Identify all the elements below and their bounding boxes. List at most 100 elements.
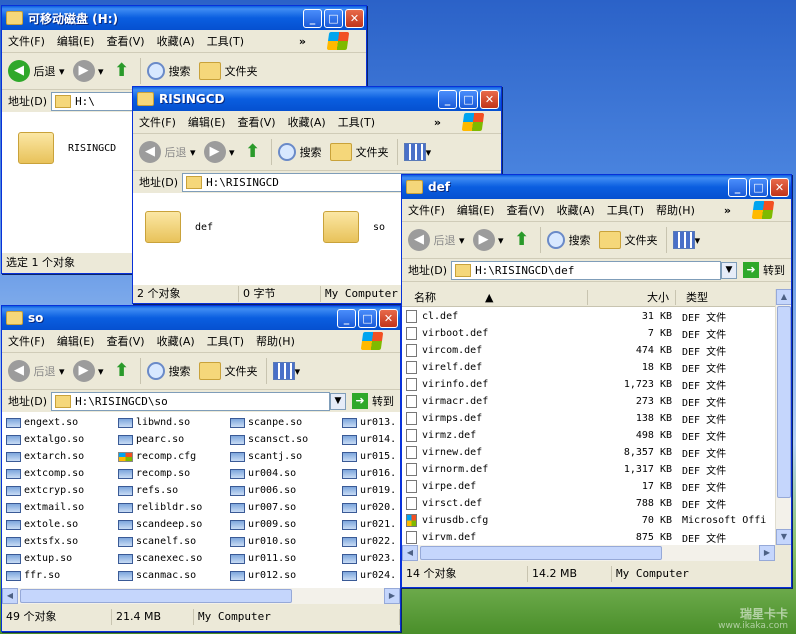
- scroll-right-button[interactable]: ▶: [384, 588, 400, 604]
- scroll-thumb[interactable]: [420, 546, 662, 560]
- list-item[interactable]: ur007.so: [228, 499, 340, 516]
- list-item[interactable]: scantj.so: [228, 448, 340, 465]
- list-item[interactable]: scanexec.so: [116, 550, 228, 567]
- list-item[interactable]: pearc.so: [116, 431, 228, 448]
- list-item[interactable]: extmail.so: [4, 499, 116, 516]
- scroll-left-button[interactable]: ◀: [402, 545, 418, 561]
- search-button[interactable]: 搜索: [546, 231, 591, 249]
- folders-button[interactable]: 文件夹: [598, 231, 658, 249]
- list-item[interactable]: ur019.: [340, 482, 400, 499]
- list-item[interactable]: ur021.: [340, 516, 400, 533]
- folders-button[interactable]: 文件夹: [198, 62, 258, 80]
- list-item[interactable]: ur023.: [340, 550, 400, 567]
- close-button[interactable]: ✕: [480, 89, 499, 109]
- menu-tools[interactable]: 工具(T): [207, 333, 244, 349]
- list-item[interactable]: extole.so: [4, 516, 116, 533]
- title-bar[interactable]: 可移动磁盘 (H:) _ □ ✕: [2, 6, 366, 30]
- views-button[interactable]: ▾: [272, 362, 300, 380]
- list-item[interactable]: recomp.cfg: [116, 448, 228, 465]
- title-bar[interactable]: RISINGCD _ □ ✕: [133, 87, 501, 111]
- list-item[interactable]: ur009.so: [228, 516, 340, 533]
- list-item[interactable]: ur012.so: [228, 567, 340, 584]
- table-row[interactable]: virusdb.cfg 70 KB Microsoft Offi: [402, 512, 775, 529]
- menu-tools[interactable]: 工具(T): [338, 114, 375, 130]
- folder-item-risingcd[interactable]: RISINGCD: [18, 132, 116, 164]
- column-header-size[interactable]: 大小: [588, 290, 676, 305]
- list-item[interactable]: scandeep.so: [116, 516, 228, 533]
- menu-file[interactable]: 文件(F): [139, 114, 176, 130]
- menu-view[interactable]: 查看(V): [106, 333, 144, 349]
- folders-button[interactable]: 文件夹: [329, 143, 389, 161]
- table-row[interactable]: virmacr.def 273 KB DEF 文件: [402, 393, 775, 410]
- search-button[interactable]: 搜索: [146, 362, 191, 380]
- title-bar[interactable]: def _ □ ✕: [402, 175, 791, 199]
- up-button[interactable]: ⬆: [112, 61, 132, 81]
- table-row[interactable]: virsct.def 788 KB DEF 文件: [402, 495, 775, 512]
- list-item[interactable]: scansct.so: [228, 431, 340, 448]
- menu-view[interactable]: 查看(V): [506, 202, 544, 218]
- search-button[interactable]: 搜索: [277, 143, 322, 161]
- close-button[interactable]: ✕: [345, 8, 364, 28]
- list-item[interactable]: extcryp.so: [4, 482, 116, 499]
- table-row[interactable]: virinfo.def 1,723 KB DEF 文件: [402, 376, 775, 393]
- list-item[interactable]: extarch.so: [4, 448, 116, 465]
- go-button[interactable]: ➜ 转到: [352, 393, 394, 409]
- back-button[interactable]: ◀ 后退 ▾: [139, 141, 196, 163]
- up-button[interactable]: ⬆: [243, 142, 263, 162]
- list-item[interactable]: ur013.: [340, 414, 400, 431]
- list-item[interactable]: ur014.: [340, 431, 400, 448]
- minimize-button[interactable]: _: [438, 89, 457, 109]
- list-item[interactable]: engext.so: [4, 414, 116, 431]
- list-item[interactable]: extcomp.so: [4, 465, 116, 482]
- maximize-button[interactable]: □: [324, 8, 343, 28]
- menu-view[interactable]: 查看(V): [237, 114, 275, 130]
- table-row[interactable]: virvm.def 875 KB DEF 文件: [402, 529, 775, 545]
- list-item[interactable]: relibldr.so: [116, 499, 228, 516]
- address-dropdown-button[interactable]: ▼: [330, 392, 346, 410]
- list-item[interactable]: ur016.: [340, 465, 400, 482]
- folder-item-def[interactable]: def: [145, 211, 213, 243]
- horizontal-scrollbar[interactable]: ◀ ▶: [2, 588, 400, 604]
- forward-button[interactable]: ▶ ▾: [72, 360, 104, 382]
- menu-edit[interactable]: 编辑(E): [188, 114, 226, 130]
- address-dropdown-button[interactable]: ▼: [721, 261, 737, 279]
- list-item[interactable]: extsfx.so: [4, 533, 116, 550]
- list-item[interactable]: ur004.so: [228, 465, 340, 482]
- forward-button[interactable]: ▶ ▾: [472, 229, 504, 251]
- table-row[interactable]: virmps.def 138 KB DEF 文件: [402, 410, 775, 427]
- address-field[interactable]: H:\RISINGCD\def: [451, 260, 721, 280]
- maximize-button[interactable]: □: [358, 308, 377, 328]
- menu-tools[interactable]: 工具(T): [607, 202, 644, 218]
- list-item[interactable]: ur020.: [340, 499, 400, 516]
- vertical-scrollbar[interactable]: ▲ ▼: [775, 289, 791, 545]
- forward-button[interactable]: ▶ ▾: [203, 141, 235, 163]
- menu-view[interactable]: 查看(V): [106, 33, 144, 49]
- table-row[interactable]: vircom.def 474 KB DEF 文件: [402, 342, 775, 359]
- scroll-thumb[interactable]: [777, 306, 791, 498]
- column-header-name[interactable]: 名称 ▲: [402, 290, 588, 305]
- back-button[interactable]: ◀ 后退 ▾: [408, 229, 465, 251]
- go-button[interactable]: ➜ 转到: [743, 262, 785, 278]
- menu-favorites[interactable]: 收藏(A): [288, 114, 326, 130]
- maximize-button[interactable]: □: [749, 177, 768, 197]
- table-row[interactable]: virnew.def 8,357 KB DEF 文件: [402, 444, 775, 461]
- close-button[interactable]: ✕: [770, 177, 789, 197]
- menu-overflow[interactable]: »: [434, 116, 441, 129]
- list-item[interactable]: recomp.so: [116, 465, 228, 482]
- table-row[interactable]: virmz.def 498 KB DEF 文件: [402, 427, 775, 444]
- minimize-button[interactable]: _: [337, 308, 356, 328]
- table-row[interactable]: virboot.def 7 KB DEF 文件: [402, 325, 775, 342]
- list-item[interactable]: scanelf.so: [116, 533, 228, 550]
- scroll-thumb[interactable]: [20, 589, 292, 603]
- list-item[interactable]: ur015.: [340, 448, 400, 465]
- menu-edit[interactable]: 编辑(E): [57, 333, 95, 349]
- minimize-button[interactable]: _: [303, 8, 322, 28]
- up-button[interactable]: ⬆: [112, 361, 132, 381]
- list-item[interactable]: libwnd.so: [116, 414, 228, 431]
- scroll-up-button[interactable]: ▲: [776, 289, 791, 305]
- list-item[interactable]: ur022.: [340, 533, 400, 550]
- scroll-left-button[interactable]: ◀: [2, 588, 18, 604]
- maximize-button[interactable]: □: [459, 89, 478, 109]
- table-row[interactable]: virelf.def 18 KB DEF 文件: [402, 359, 775, 376]
- menu-file[interactable]: 文件(F): [8, 333, 45, 349]
